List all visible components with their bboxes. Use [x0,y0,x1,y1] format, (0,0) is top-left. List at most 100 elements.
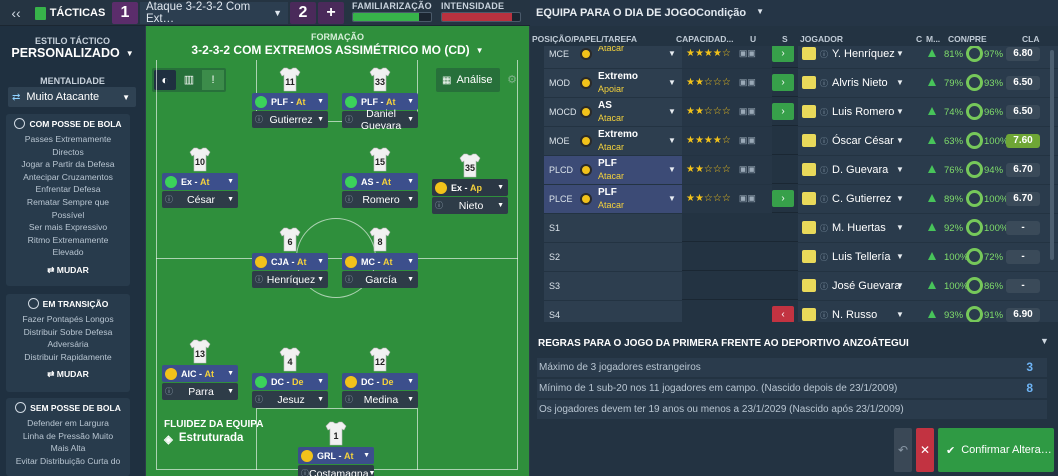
table-row[interactable]: PLCD PLF Atacar ▼ ★★☆☆☆ ▣▣ ⓘ D. Guevara ▼ 76% 94% 6… [544,156,1058,184]
player-name-select[interactable]: ⓘ Henríquez ▼ [252,271,328,288]
back-icon[interactable]: ‹‹ [4,2,28,24]
col-header-pos[interactable]: POSIÇÃO/PAPEL/TAREFA [532,34,637,44]
fitness-cell: 92% 100% - [908,214,1058,242]
position-cell[interactable]: S2 [544,243,682,271]
role-chip[interactable]: CJA - At ▼ [252,253,328,270]
mudar-label: MUDAR [56,264,89,275]
player-name: Parra [188,385,214,398]
role-chip[interactable]: AIC - At ▼ [162,365,238,382]
role-chip[interactable]: Ex - At ▼ [162,173,238,190]
position-cell[interactable]: MOD Extremo Apoiar ▼ [544,69,682,97]
position-cell[interactable]: S1 [544,214,682,242]
player-cell[interactable]: ⓘ C. Gutierrez ▼ [798,185,908,213]
col-header-m[interactable]: M... [926,34,940,44]
table-row[interactable]: PLCE PLF Atacar ▼ ★★☆☆☆ ▣▣ › ⓘ C. Gutierrez ▼ 89% 1… [544,185,1058,213]
player-name-select[interactable]: ⓘ Romero ▼ [342,191,418,208]
player-cell[interactable]: ⓘ Y. Henríquez ▼ [798,46,908,68]
swap-slot-icon[interactable]: ▣▣ [739,77,756,87]
col-header-c[interactable]: C [916,34,922,44]
player-name-select[interactable]: ⓘ César ▼ [162,191,238,208]
position-cell[interactable]: MCE Atacar ▼ [544,46,682,68]
table-row[interactable]: MOE Extremo Atacar ▼ ★★★★☆ ▣▣ ⓘ Óscar César ▼ 63%… [544,127,1058,155]
table-row[interactable]: S1 ⓘ M. Huertas ▼ 92% 100% - [544,214,1058,242]
player-cell[interactable]: ⓘ N. Russo ▼ [798,301,908,322]
player-cell[interactable]: ⓘ José Guevara ▼ [798,272,908,300]
familiarizacao-meter[interactable] [352,12,432,22]
table-row[interactable]: S4 ‹ ⓘ N. Russo ▼ 93% 91% 6.90 [544,301,1058,322]
select-player-button[interactable]: › [772,103,794,120]
table-scrollbar[interactable] [1050,50,1054,260]
swap-slot-icon[interactable]: ▣▣ [739,135,756,145]
sharpness-ring-icon [966,306,983,322]
tacticas-tab[interactable]: TÁCTICAS [34,2,106,24]
col-header-u[interactable]: U [750,34,756,44]
tactic-1-name[interactable]: Ataque 3-2-3-2 Com Ext… ▼ [140,1,288,25]
estilo-select[interactable]: PERSONALIZADO ▼ [0,46,145,60]
player-cell[interactable]: ⓘ Luis Romero ▼ [798,98,908,126]
player-cell[interactable]: ⓘ M. Huertas ▼ [798,214,908,242]
swap-slot-icon[interactable]: ▣▣ [739,164,756,174]
position-cell[interactable]: MOCD AS Atacar ▼ [544,98,682,126]
player-cell[interactable]: ⓘ Óscar César ▼ [798,127,908,155]
player-name-select[interactable]: ⓘ Nieto ▼ [432,197,508,214]
col-header-jogador[interactable]: JOGADOR [800,34,843,44]
mentalidade-select[interactable]: ⇄ Muito Atacante ▼ [8,87,136,107]
remove-player-button[interactable]: ‹ [772,306,794,322]
table-row[interactable]: S2 ⓘ Luis Tellería ▼ 100% 72% - [544,243,1058,271]
role-chip[interactable]: PLF - At ▼ [252,93,328,110]
role-chip[interactable]: DC - De ▼ [252,373,328,390]
confirm-button[interactable]: ✔ Confirmar Altera… [938,428,1054,472]
table-row[interactable]: MCE Atacar ▼ ★★★★☆ ▣▣ › ⓘ Y. Henríquez ▼ 81% 97% 6.… [544,46,1058,68]
player-name-select[interactable]: ⓘ Costamagna ▼ [298,465,375,476]
swap-slot-icon[interactable]: ▣▣ [739,48,756,58]
role-chip[interactable]: AS - At ▼ [342,173,418,190]
position-cell[interactable]: MOE Extremo Atacar ▼ [544,127,682,155]
player-name-select[interactable]: ⓘ García ▼ [342,271,418,288]
condicao-select[interactable]: Condição ▼ [696,7,764,19]
role-chip[interactable]: Ex - Ap ▼ [432,179,508,196]
position-cell[interactable]: PLCD PLF Atacar ▼ [544,156,682,184]
chevron-down-icon[interactable]: ▼ [1040,336,1049,346]
player-name-select[interactable]: ⓘ Jesuz ▼ [252,391,328,408]
cancel-button[interactable]: ✕ [916,428,934,472]
add-tactic-button[interactable]: + [318,2,344,24]
mudar-com-posse-button[interactable]: ⇄ MUDAR [6,265,130,276]
duty-name: Atacar [598,46,625,53]
player-name-select[interactable]: ⓘ Daniel Guevara ▼ [342,108,418,132]
position-cell[interactable]: S4 [544,301,682,322]
role-chip[interactable]: DC - De ▼ [342,373,418,390]
undo-icon[interactable]: ↶ [894,428,912,472]
confirm-label: Confirmar Altera… [961,444,1052,456]
position-cell[interactable]: S3 [544,272,682,300]
formacao-select[interactable]: 3-2-3-2 COM EXTREMOS ASSIMÉTRICO MO (CD)… [146,43,529,57]
tactic-tab-1[interactable]: 1 [112,2,138,24]
role-chip[interactable]: GRL - At ▼ [298,447,374,464]
swap-slot-icon[interactable]: ▣▣ [739,106,756,116]
player-name-select[interactable]: ⓘ Gutierrez ▼ [252,111,328,128]
swap-slot-icon[interactable]: ▣▣ [739,193,756,203]
table-row[interactable]: S3 ⓘ José Guevara ▼ 100% 86% - [544,272,1058,300]
shirt-icon: 13 [189,339,211,364]
intensidade-meter[interactable] [441,12,521,22]
col-header-s[interactable]: S [782,34,788,44]
col-header-cla[interactable]: CLA [1022,34,1039,44]
position-cell[interactable]: PLCE PLF Atacar ▼ [544,185,682,213]
fitness-cell: 93% 91% 6.90 [908,301,1058,322]
select-player-button[interactable]: › [772,190,794,207]
player-cell[interactable]: ⓘ D. Guevara ▼ [798,156,908,184]
select-player-button[interactable]: › [772,74,794,91]
player-name-select[interactable]: ⓘ Parra ▼ [162,383,238,400]
select-player-button[interactable]: › [772,46,794,62]
table-row[interactable]: MOCD AS Atacar ▼ ★★☆☆☆ ▣▣ › ⓘ Luis Romero ▼ 74% 96%… [544,98,1058,126]
duty-name: At [204,368,215,379]
fluidez-value-row[interactable]: ◈ Estruturada [164,432,243,446]
mudar-transicao-button[interactable]: ⇄ MUDAR [6,369,130,380]
player-name-select[interactable]: ⓘ Medina ▼ [342,391,418,408]
col-header-conpre[interactable]: CON/PRE [948,34,987,44]
player-cell[interactable]: ⓘ Alvris Nieto ▼ [798,69,908,97]
tactic-tab-2[interactable]: 2 [290,2,316,24]
role-chip[interactable]: MC - At ▼ [342,253,418,270]
table-row[interactable]: MOD Extremo Apoiar ▼ ★★☆☆☆ ▣▣ › ⓘ Alvris Nieto ▼ 7… [544,69,1058,97]
col-header-cap[interactable]: CAPACIDAD... [676,34,733,44]
player-cell[interactable]: ⓘ Luis Tellería ▼ [798,243,908,271]
